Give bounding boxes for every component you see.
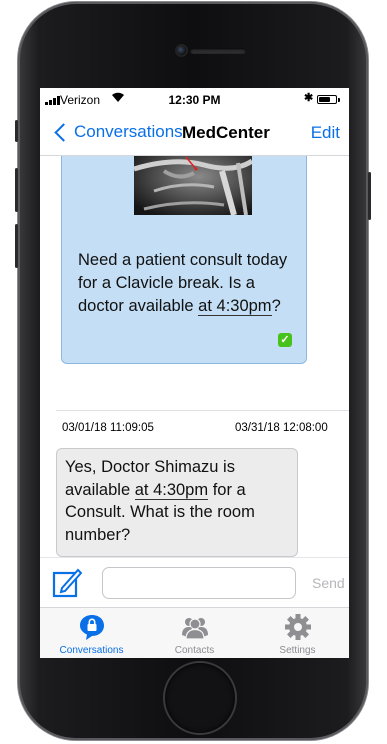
tab-bar: Conversations Contacts Settings [40, 607, 349, 658]
sent-message-bubble[interactable]: Need a patient consult today for a Clavi… [61, 156, 307, 364]
mute-switch [15, 120, 18, 142]
message-input[interactable] [102, 567, 296, 599]
app-screen: Verizon 12:30 PM ✱ Conversations MedCent… [40, 88, 349, 658]
compose-bar: Send [40, 557, 349, 607]
tab-settings[interactable]: Settings [246, 608, 349, 658]
status-bar: Verizon 12:30 PM ✱ [40, 88, 349, 108]
compose-icon[interactable] [52, 567, 82, 599]
page-title: MedCenter [182, 123, 270, 142]
people-icon [181, 618, 208, 640]
bluetooth-icon: ✱ [304, 92, 314, 104]
tab-contacts[interactable]: Contacts [143, 608, 246, 658]
status-time: 12:30 PM [168, 93, 221, 107]
battery-level [319, 97, 330, 102]
sent-message-text: Need a patient consult today for a Clavi… [78, 249, 304, 318]
xray-image-attachment[interactable] [134, 156, 252, 215]
power-button [368, 172, 371, 220]
message-thread[interactable]: Need a patient consult today for a Clavi… [40, 156, 349, 557]
edit-button[interactable]: Edit [311, 123, 340, 143]
tab-label: Conversations [59, 645, 124, 656]
back-button-label: Conversations [74, 122, 183, 141]
gear-icon [284, 614, 311, 640]
home-button[interactable] [165, 663, 235, 733]
tab-conversations[interactable]: Conversations [40, 608, 143, 658]
back-to-conversations-button[interactable]: Conversations [54, 122, 183, 142]
front-camera [177, 46, 186, 55]
earpiece-speaker [190, 48, 246, 54]
chevron-left-icon [54, 123, 73, 142]
volume-up-button [15, 168, 18, 212]
tab-label: Contacts [174, 645, 215, 656]
message-sent-timestamp: 03/01/18 11:09:05 [62, 422, 154, 434]
sent-text-end: ? [271, 297, 281, 315]
received-message-bubble[interactable]: Yes, Doctor Shimazu is available at 4:30… [56, 448, 298, 557]
send-button[interactable]: Send [312, 575, 345, 591]
battery-icon [317, 95, 340, 104]
volume-down-button [15, 224, 18, 268]
time-link[interactable]: at 4:30pm [198, 297, 272, 316]
delivered-check-icon: ✓ [278, 333, 292, 347]
message-divider [56, 410, 349, 411]
time-link[interactable]: at 4:30pm [134, 480, 209, 500]
message-received-timestamp: 03/31/18 12:08:00 [235, 422, 328, 434]
navigation-bar: Conversations MedCenter Edit [40, 108, 349, 156]
chat-bubble-lock-icon [79, 615, 104, 640]
tab-label: Settings [279, 645, 316, 656]
received-message-text: Yes, Doctor Shimazu is available at 4:30… [65, 456, 295, 546]
